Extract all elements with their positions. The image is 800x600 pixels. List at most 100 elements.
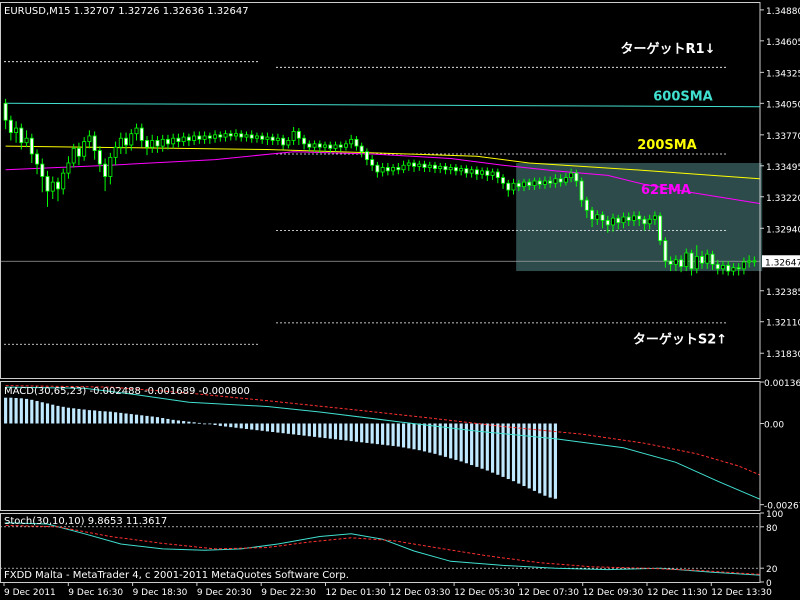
price-tick-label: 1.32385 (766, 288, 800, 298)
candle-body (139, 127, 144, 141)
macd-histogram-bar (433, 423, 437, 454)
candle-body (197, 135, 202, 140)
candle-body (574, 172, 579, 182)
macd-histogram-bar (292, 423, 296, 435)
candle-body (710, 253, 715, 265)
macd-histogram-bar (203, 423, 207, 425)
macd-histogram-bar (77, 408, 81, 424)
price-tick-label: 1.31830 (766, 350, 800, 360)
candle-body (652, 215, 657, 220)
stoch-tick-label: 20 (766, 565, 778, 575)
candle-body (97, 150, 102, 165)
candle-body (611, 217, 615, 226)
macd-histogram-bar (82, 409, 86, 424)
candle-body (658, 215, 663, 242)
candle-body (124, 137, 129, 146)
macd-histogram-bar (286, 423, 290, 434)
macd-histogram-bar (218, 423, 222, 426)
price-tick-label: 1.33220 (766, 194, 800, 204)
annotation-label: ターゲットS2↑ (633, 332, 727, 348)
macd-histogram-bar (496, 423, 500, 475)
candle-body (506, 182, 511, 191)
candle-body (385, 167, 390, 172)
candle-body (501, 177, 506, 184)
macd-histogram-bar (475, 423, 479, 467)
macd-histogram-bar (98, 411, 102, 424)
candle-body (548, 180, 553, 184)
candle-body (40, 163, 45, 177)
candle-body (291, 131, 296, 141)
candle-body (438, 165, 443, 170)
candle-body (605, 219, 610, 226)
annotation-label: 200SMA (637, 138, 697, 153)
candle-body (45, 176, 50, 192)
candle-body (286, 140, 291, 146)
candle-body (469, 169, 474, 174)
macd-histogram-bar (538, 423, 542, 494)
candle-body (87, 135, 92, 142)
time-tick-label: 12 Dec 01:30 (326, 588, 387, 598)
candle-body (364, 151, 369, 161)
candle-body (453, 167, 458, 172)
candle-body (747, 260, 752, 263)
macd-histogram-bar (87, 410, 91, 424)
macd-histogram-bar (312, 423, 317, 437)
macd-histogram-bar (171, 419, 175, 424)
candle-body (490, 171, 495, 176)
candle-body (673, 259, 678, 265)
candle-body (328, 144, 333, 149)
candle-body (207, 135, 212, 139)
candle-body (50, 181, 55, 192)
candle-body (569, 172, 574, 179)
macd-histogram-bar (307, 423, 311, 437)
annotation-label: 62EMA (641, 183, 691, 198)
macd-histogram-bar (56, 405, 60, 424)
metatrader-chart-window[interactable]: ターゲットR1↓ 600SMA 200SMA 62EMA ターゲットS2↑ 1.3488… (0, 0, 800, 600)
macd-histogram-bar (443, 423, 448, 457)
candle-body (92, 135, 97, 151)
macd-histogram-bar (318, 423, 322, 438)
macd-histogram-bar (229, 423, 233, 428)
candle-body (244, 134, 249, 138)
candle-body (391, 167, 396, 172)
candle-body (281, 137, 286, 146)
candle-body (396, 167, 401, 171)
candle-body (359, 145, 364, 153)
macd-histogram-bar (360, 423, 364, 443)
candle-body (495, 171, 500, 179)
candle-body (542, 180, 547, 185)
candle-body (422, 163, 427, 168)
candle-body (103, 163, 108, 177)
current-price-label: 1.32647 (765, 258, 800, 268)
macd-histogram-bar (66, 407, 71, 424)
macd-histogram-bar (517, 423, 521, 484)
candle-body (14, 127, 19, 133)
candle-body (56, 181, 60, 190)
candle-body (485, 170, 490, 176)
candle-body (317, 143, 322, 148)
macd-histogram-bar (9, 397, 13, 424)
macd-histogram-bar (140, 415, 144, 424)
macd-histogram-bar (349, 423, 353, 442)
macd-histogram-bar (417, 423, 421, 451)
candle-body (637, 215, 642, 220)
candle-body (731, 267, 736, 272)
candle-body (134, 127, 139, 135)
candle-body (689, 252, 694, 270)
candle-body (213, 134, 218, 139)
price-tick-label: 1.34050 (766, 100, 800, 110)
macd-histogram-bar (553, 423, 557, 499)
candle-body (270, 136, 275, 141)
macd-histogram-bar (470, 423, 474, 466)
time-tick-label: 12 Dec 11:30 (647, 588, 708, 598)
candle-body (82, 141, 87, 157)
candle-body (474, 169, 479, 175)
macd-histogram-bar (187, 421, 191, 424)
candle-body (616, 217, 621, 224)
candle-body (443, 165, 448, 171)
price-tick-label: 1.34325 (766, 69, 800, 79)
macd-histogram-bar (543, 423, 547, 496)
candle-body (584, 199, 589, 211)
macd-histogram-bar (370, 423, 374, 444)
macd-histogram-bar (35, 401, 39, 424)
